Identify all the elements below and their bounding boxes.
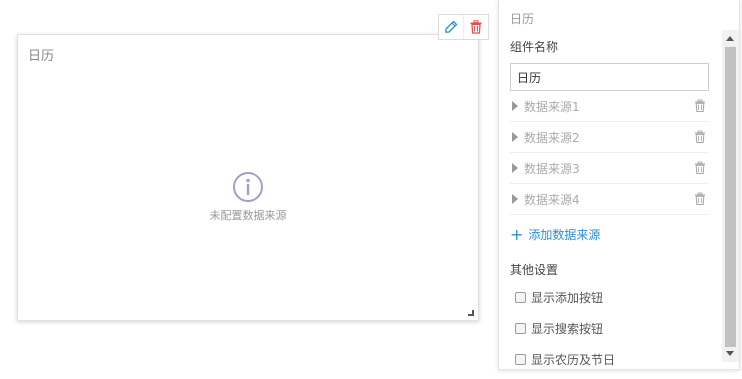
- other-settings-label: 其他设置: [510, 263, 559, 277]
- trash-icon[interactable]: [693, 99, 707, 113]
- panel-content: 组件名称 数据来源1 数据来源2: [510, 38, 709, 369]
- option-label: 显示农历及节日: [531, 353, 616, 367]
- add-data-source-label: 添加数据来源: [528, 228, 601, 242]
- data-source-item-1[interactable]: 数据来源1: [510, 91, 709, 122]
- resize-handle[interactable]: [468, 310, 474, 316]
- data-source-label: 数据来源2: [524, 130, 580, 145]
- scroll-up-icon[interactable]: [726, 36, 734, 41]
- trash-icon[interactable]: [693, 161, 707, 175]
- panel-title: 日历: [510, 12, 535, 26]
- empty-state-text: 未配置数据来源: [209, 209, 287, 222]
- data-source-label: 数据来源1: [524, 99, 580, 114]
- properties-panel: 日历 组件名称 数据来源1 数据来源2: [498, 0, 740, 370]
- caret-right-icon: [512, 132, 518, 142]
- empty-state: 未配置数据来源: [18, 171, 478, 223]
- option-label: 显示搜索按钮: [531, 322, 604, 336]
- checkbox[interactable]: [515, 354, 526, 365]
- delete-button[interactable]: [463, 15, 488, 39]
- data-source-label: 数据来源4: [524, 192, 580, 207]
- checkbox[interactable]: [515, 323, 526, 334]
- component-name-input[interactable]: [510, 63, 709, 91]
- option-show-lunar-holidays[interactable]: 显示农历及节日: [515, 350, 709, 369]
- data-source-item-3[interactable]: 数据来源3: [510, 153, 709, 184]
- info-icon: [233, 172, 263, 202]
- options-list: 显示添加按钮 显示搜索按钮 显示农历及节日: [510, 288, 709, 369]
- trash-icon[interactable]: [693, 192, 707, 206]
- caret-right-icon: [512, 194, 518, 204]
- scroll-down-icon[interactable]: [726, 351, 734, 356]
- option-show-add-button[interactable]: 显示添加按钮: [515, 288, 709, 307]
- widget-title: 日历: [28, 49, 55, 64]
- data-source-label: 数据来源3: [524, 161, 580, 176]
- add-data-source-button[interactable]: + 添加数据来源: [510, 226, 709, 243]
- pencil-icon: [445, 20, 458, 33]
- data-source-list: 数据来源1 数据来源2 数据来源3 数据来源4: [510, 91, 709, 215]
- option-label: 显示添加按钮: [531, 291, 604, 305]
- option-show-search-button[interactable]: 显示搜索按钮: [515, 319, 709, 338]
- data-source-item-4[interactable]: 数据来源4: [510, 184, 709, 215]
- checkbox[interactable]: [515, 292, 526, 303]
- caret-right-icon: [512, 101, 518, 111]
- edit-button[interactable]: [439, 15, 463, 39]
- caret-right-icon: [512, 163, 518, 173]
- trash-icon[interactable]: [693, 130, 707, 144]
- scroll-thumb[interactable]: [725, 47, 736, 347]
- panel-scrollbar[interactable]: [722, 30, 739, 362]
- plus-icon: +: [510, 224, 524, 244]
- trash-icon: [470, 20, 482, 34]
- widget-toolbar: [438, 14, 489, 40]
- component-name-label: 组件名称: [510, 40, 559, 54]
- calendar-widget[interactable]: 日历 未配置数据来源: [17, 34, 479, 321]
- data-source-item-2[interactable]: 数据来源2: [510, 122, 709, 153]
